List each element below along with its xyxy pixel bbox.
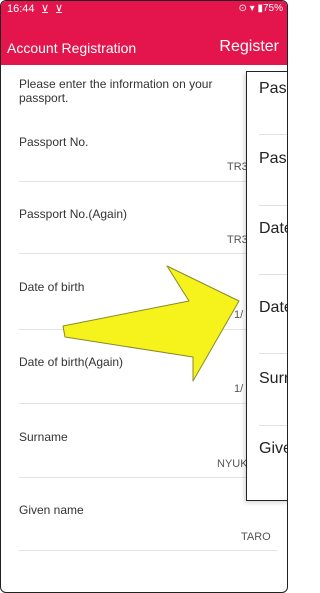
- panel-item[interactable]: Give: [259, 440, 287, 458]
- field-list-panel: Pass Pass Date Date Surn Give: [246, 71, 287, 501]
- panel-divider: [259, 205, 287, 206]
- panel-item[interactable]: Pass: [259, 150, 287, 168]
- panel-divider: [259, 425, 287, 426]
- panel-item[interactable]: Date: [259, 220, 287, 238]
- panel-divider: [259, 353, 287, 354]
- panel-item[interactable]: Date: [259, 299, 287, 317]
- panel-divider: [259, 274, 287, 275]
- panel-item[interactable]: Surn: [259, 370, 287, 388]
- panel-divider: [259, 134, 287, 135]
- panel-item[interactable]: Pass: [259, 80, 287, 98]
- arrow-icon: [62, 265, 240, 382]
- phone-frame: 16:44 ⊻ ⊻ ⊙ ▾ ▮75% Account Registration …: [0, 0, 288, 593]
